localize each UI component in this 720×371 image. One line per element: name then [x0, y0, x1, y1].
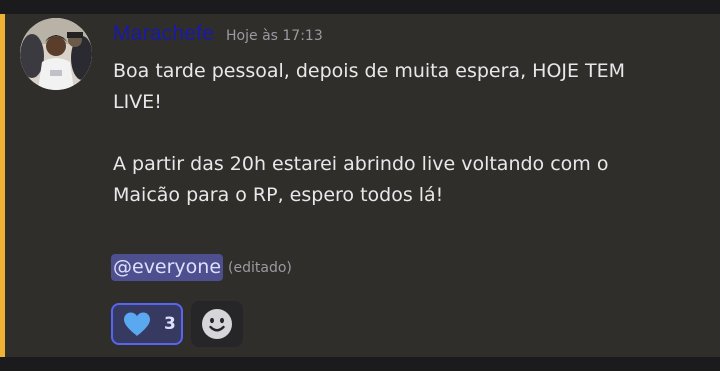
- bottom-strip: [0, 357, 720, 371]
- mention-line: @everyone (editado): [111, 254, 292, 281]
- avatar-photo: [20, 18, 92, 90]
- username[interactable]: Marachefe: [113, 22, 214, 46]
- top-strip: [0, 0, 720, 14]
- chat-message[interactable]: Marachefe Hoje às 17:13 Boa tarde pessoa…: [0, 14, 720, 357]
- timestamp[interactable]: Hoje às 17:13: [226, 28, 323, 44]
- mention-highlight-bar: [0, 14, 5, 357]
- everyone-mention[interactable]: @everyone: [111, 254, 224, 281]
- reactions-bar: 3: [111, 301, 243, 347]
- reaction-heart[interactable]: 3: [111, 303, 183, 345]
- reaction-count: 3: [164, 314, 176, 334]
- edited-label: (editado): [228, 259, 292, 276]
- smiley-icon: [202, 309, 232, 339]
- message-content: Boa tarde pessoal, depois de muita esper…: [113, 56, 673, 211]
- message-line: A partir das 20h estarei abrindo live vo…: [113, 153, 609, 206]
- blue-heart-icon: [124, 312, 150, 336]
- avatar[interactable]: [20, 18, 92, 90]
- message-header: Marachefe Hoje às 17:13: [113, 22, 323, 52]
- message-line: Boa tarde pessoal, depois de muita esper…: [113, 60, 626, 113]
- add-reaction-button[interactable]: [191, 301, 243, 347]
